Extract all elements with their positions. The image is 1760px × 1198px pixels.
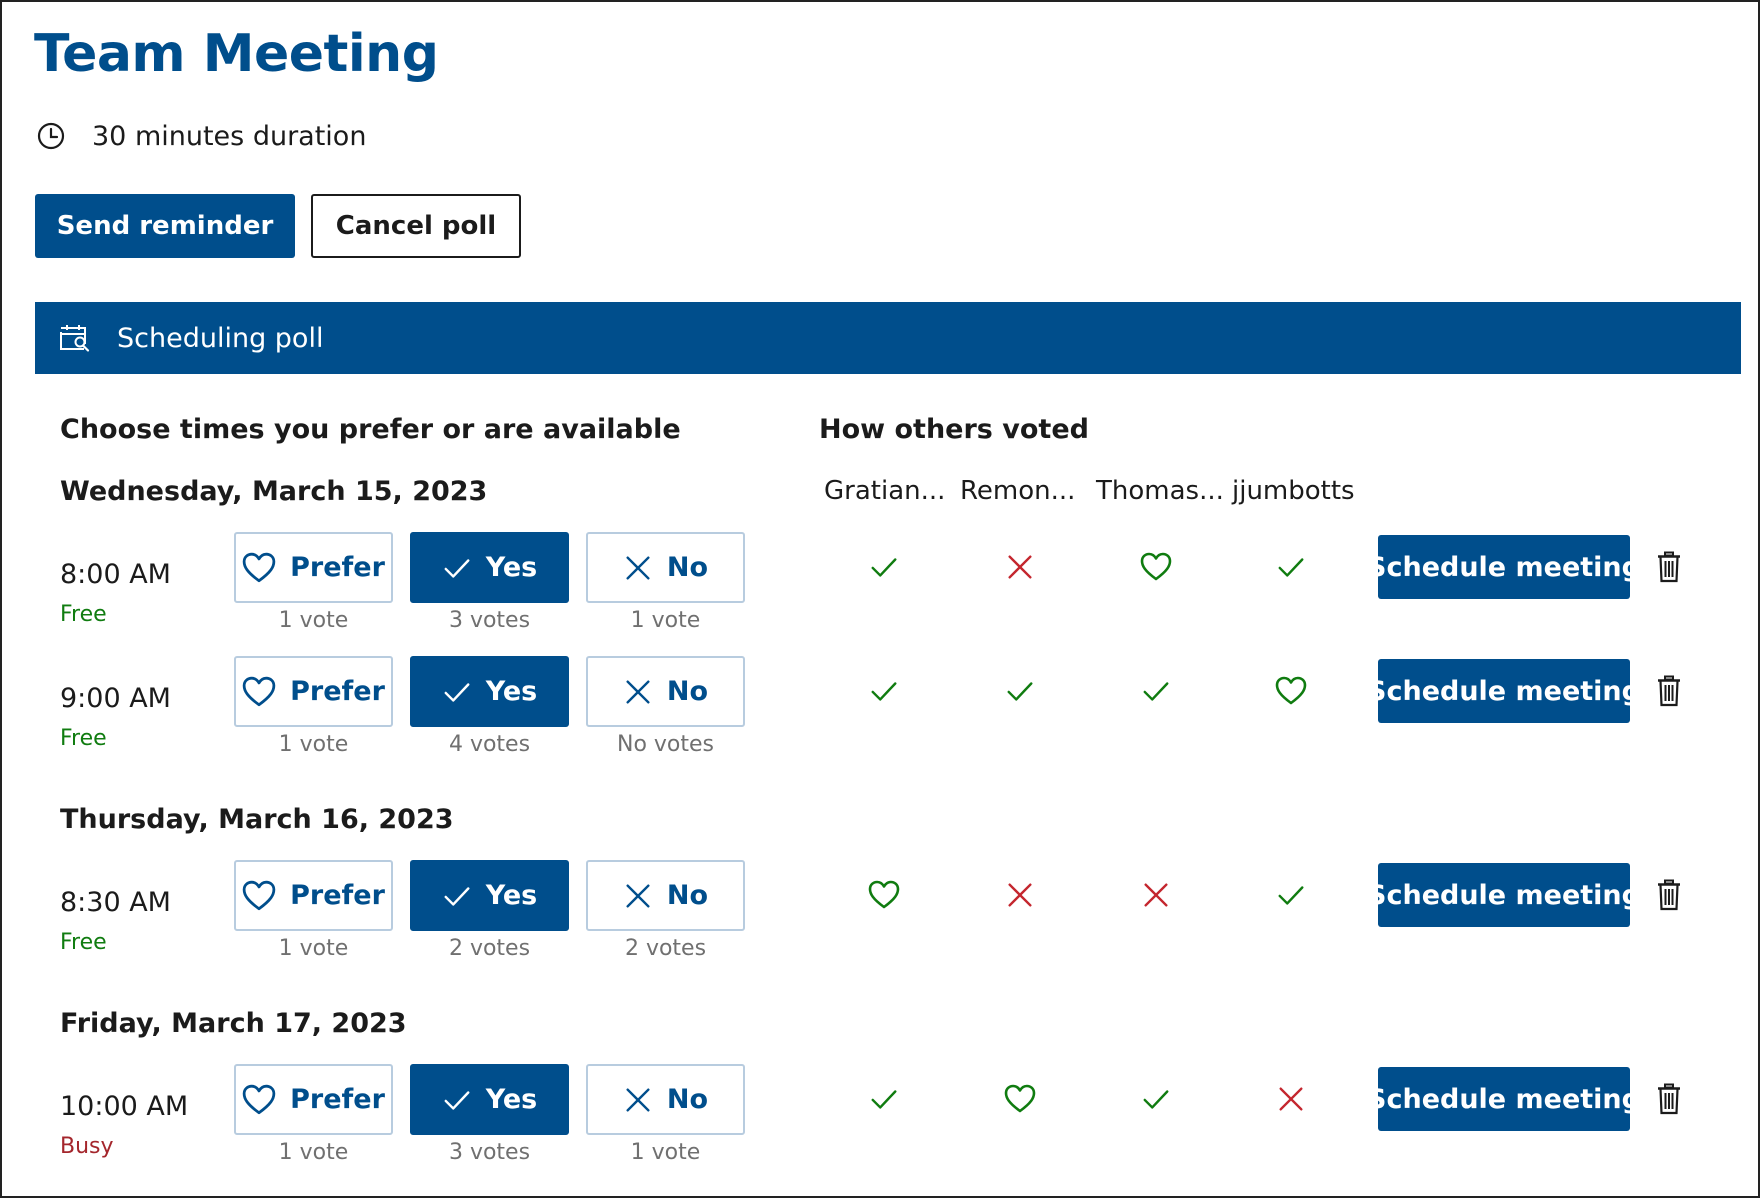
yes-vote-count: 3 votes [448, 1140, 531, 1165]
trash-icon[interactable] [1654, 547, 1684, 587]
checkmark-icon [1136, 1079, 1176, 1119]
heart-icon [242, 879, 290, 913]
close-icon [1136, 875, 1176, 915]
send-reminder-button[interactable]: Send reminder [35, 194, 295, 258]
prefer-vote-count: 1 vote [278, 936, 349, 961]
cancel-poll-button[interactable]: Cancel poll [311, 194, 521, 258]
page-title: Team Meeting [34, 24, 439, 84]
checkmark-icon [1271, 875, 1311, 915]
prefer-label: Prefer [290, 552, 385, 583]
yes-button[interactable]: Yes [410, 656, 569, 727]
voter-name: jjumbotts [1232, 476, 1355, 506]
close-icon [623, 553, 667, 583]
no-vote-count: 1 vote [630, 1140, 701, 1165]
prefer-label: Prefer [290, 676, 385, 707]
checkmark-icon [442, 881, 486, 911]
choose-times-heading: Choose times you prefer or are available [60, 414, 681, 445]
slot-time: 10:00 AM [60, 1091, 189, 1122]
heart-icon [1136, 547, 1176, 587]
checkmark-icon [442, 1085, 486, 1115]
yes-button[interactable]: Yes [410, 1064, 569, 1135]
heart-icon [1000, 1079, 1040, 1119]
duration-row: 30 minutes duration [36, 116, 366, 156]
availability-status: Free [60, 726, 107, 751]
yes-label: Yes [485, 552, 538, 583]
availability-status: Busy [60, 1134, 114, 1159]
close-icon [1000, 875, 1040, 915]
no-vote-count: No votes [616, 732, 714, 757]
no-label: No [666, 880, 709, 911]
prefer-button[interactable]: Prefer [234, 532, 393, 603]
prefer-label: Prefer [290, 1084, 385, 1115]
clock-icon [37, 122, 65, 150]
trash-icon[interactable] [1654, 875, 1684, 915]
close-icon [1000, 547, 1040, 587]
schedule-meeting-button[interactable]: Schedule meeting [1367, 1067, 1641, 1131]
prefer-vote-count: 1 vote [278, 732, 349, 757]
yes-button[interactable]: Yes [410, 532, 569, 603]
heart-icon [242, 675, 290, 709]
app-frame: Team Meeting 30 minutes duration Send re… [0, 0, 1760, 1198]
availability-status: Free [60, 930, 107, 955]
heart-icon [242, 1083, 290, 1117]
slot-time: 8:30 AM [60, 887, 171, 918]
schedule-meeting-button[interactable]: Schedule meeting [1367, 863, 1641, 927]
no-button[interactable]: No [586, 1064, 745, 1135]
voter-name: Gratian... [824, 476, 946, 506]
close-icon [623, 677, 667, 707]
slot-time: 8:00 AM [60, 559, 171, 590]
no-vote-count: 1 vote [630, 608, 701, 633]
trash-icon[interactable] [1654, 1079, 1684, 1119]
calendar-search-icon [60, 325, 90, 352]
date-heading: Wednesday, March 15, 2023 [60, 476, 488, 507]
schedule-meeting-button[interactable]: Schedule meeting [1367, 659, 1641, 723]
heart-icon [864, 875, 904, 915]
no-button[interactable]: No [586, 860, 745, 931]
yes-label: Yes [485, 880, 538, 911]
prefer-vote-count: 1 vote [278, 1140, 349, 1165]
heart-icon [1271, 671, 1311, 711]
yes-button[interactable]: Yes [410, 860, 569, 931]
checkmark-icon [1271, 547, 1311, 587]
checkmark-icon [442, 553, 486, 583]
close-icon [1271, 1079, 1311, 1119]
checkmark-icon [864, 1079, 904, 1119]
checkmark-icon [864, 671, 904, 711]
trash-icon[interactable] [1654, 671, 1684, 711]
availability-status: Free [60, 602, 107, 627]
yes-vote-count: 3 votes [448, 608, 531, 633]
checkmark-icon [1136, 671, 1176, 711]
close-icon [623, 1085, 667, 1115]
yes-label: Yes [485, 676, 538, 707]
duration-text: 30 minutes duration [92, 120, 367, 152]
yes-vote-count: 2 votes [448, 936, 531, 961]
prefer-button[interactable]: Prefer [234, 1064, 393, 1135]
checkmark-icon [442, 677, 486, 707]
no-vote-count: 2 votes [624, 936, 707, 961]
date-heading: Thursday, March 16, 2023 [60, 804, 454, 835]
no-label: No [666, 552, 709, 583]
no-label: No [666, 1084, 709, 1115]
no-button[interactable]: No [586, 656, 745, 727]
others-voted-heading: How others voted [819, 414, 1089, 445]
heart-icon [242, 551, 290, 585]
prefer-vote-count: 1 vote [278, 608, 349, 633]
date-heading: Friday, March 17, 2023 [60, 1008, 407, 1039]
voter-name: Remon... [960, 476, 1076, 506]
voter-name: Thomas... [1096, 476, 1224, 506]
prefer-button[interactable]: Prefer [234, 656, 393, 727]
schedule-meeting-button[interactable]: Schedule meeting [1367, 535, 1641, 599]
no-label: No [666, 676, 709, 707]
prefer-label: Prefer [290, 880, 385, 911]
scheduling-poll-banner: Scheduling poll [35, 302, 1741, 374]
checkmark-icon [864, 547, 904, 587]
yes-vote-count: 4 votes [448, 732, 531, 757]
yes-label: Yes [485, 1084, 538, 1115]
checkmark-icon [1000, 671, 1040, 711]
prefer-button[interactable]: Prefer [234, 860, 393, 931]
close-icon [623, 881, 667, 911]
banner-label: Scheduling poll [117, 322, 324, 354]
slot-time: 9:00 AM [60, 683, 171, 714]
no-button[interactable]: No [586, 532, 745, 603]
